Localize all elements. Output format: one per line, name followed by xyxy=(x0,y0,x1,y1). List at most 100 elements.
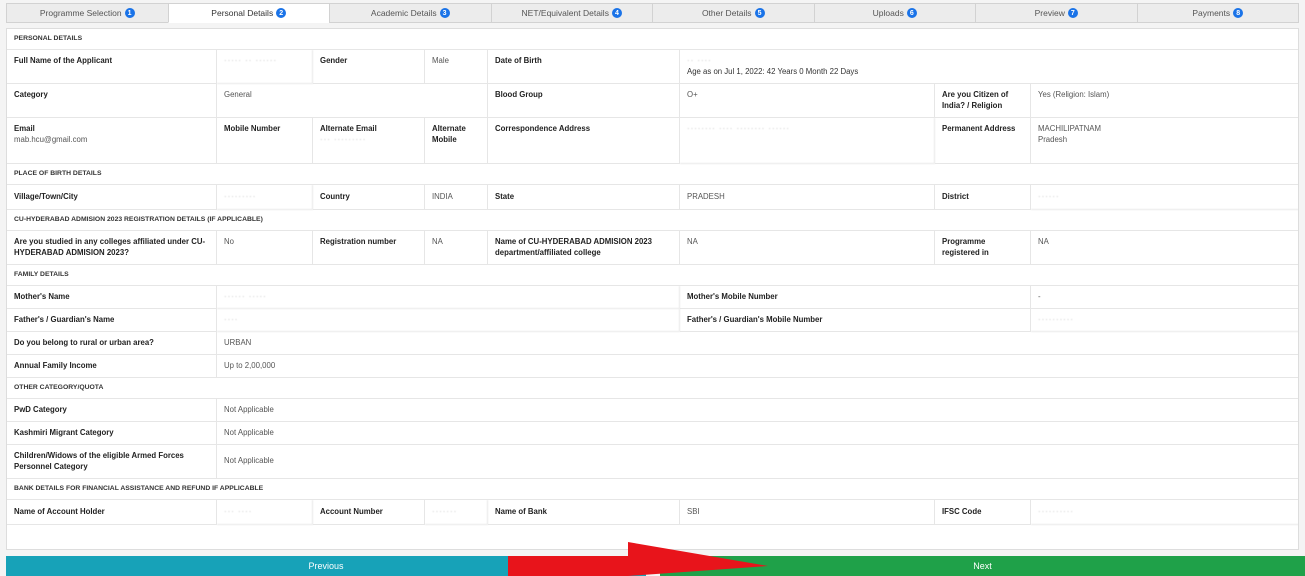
account-holder-value: ··· ···· xyxy=(217,500,313,525)
studied-affiliated-value: No xyxy=(217,231,313,265)
pwd-value: Not Applicable xyxy=(217,399,1298,422)
department-college-label: Name of CU-HYDERABAD ADMISION 2023 depar… xyxy=(488,231,680,265)
father-name-value: ···· xyxy=(217,309,680,332)
state-label: State xyxy=(488,185,680,210)
step-badge: 6 xyxy=(906,8,917,18)
district-label: District xyxy=(935,185,1031,210)
rural-urban-label: Do you belong to rural or urban area? xyxy=(7,332,217,355)
country-value: INDIA xyxy=(425,185,488,210)
step-badge: 8 xyxy=(1233,8,1244,18)
alt-mobile-label: Alternate Mobile xyxy=(425,118,488,164)
step-badge: 7 xyxy=(1067,8,1078,18)
mobile-label: Mobile Number xyxy=(217,118,313,164)
tab-label: Programme Selection xyxy=(39,8,122,18)
registration-number-label: Registration number xyxy=(313,231,425,265)
mother-name-value: ······ ····· xyxy=(217,286,680,309)
tab-payments[interactable]: Payments 8 xyxy=(1136,3,1299,23)
details-grid: PERSONAL DETAILS Full Name of the Applic… xyxy=(7,29,1298,525)
section-bank-details: BANK DETAILS FOR FINANCIAL ASSISTANCE AN… xyxy=(7,479,1298,500)
annual-income-value: Up to 2,00,000 xyxy=(217,355,1298,378)
step-badge: 3 xyxy=(439,8,450,18)
section-personal-details: PERSONAL DETAILS xyxy=(7,29,1298,50)
pwd-label: PwD Category xyxy=(7,399,217,422)
programme-registered-label: Programme registered in xyxy=(935,231,1031,265)
permanent-address-line1: MACHILIPATNAM xyxy=(1038,124,1101,133)
village-label: Village/Town/City xyxy=(7,185,217,210)
step-badge: 4 xyxy=(611,8,622,18)
kashmiri-migrant-value: Not Applicable xyxy=(217,422,1298,445)
alt-email-value: ··· ········· xyxy=(320,134,367,144)
father-name-label: Father's / Guardian's Name xyxy=(7,309,217,332)
section-birth-details: PLACE OF BIRTH DETAILS xyxy=(7,164,1298,185)
tab-label: Academic Details xyxy=(370,8,437,18)
village-value: ········· xyxy=(217,185,313,210)
blood-group-label: Blood Group xyxy=(488,84,680,118)
tab-other-details[interactable]: Other Details 5 xyxy=(652,3,814,23)
department-college-value: NA xyxy=(680,231,935,265)
gender-value: Male xyxy=(425,50,488,84)
full-name-label: Full Name of the Applicant xyxy=(7,50,217,84)
kashmiri-migrant-label: Kashmiri Migrant Category xyxy=(7,422,217,445)
tab-personal-details[interactable]: Personal Details 2 xyxy=(167,3,329,23)
tab-net-equivalent-details[interactable]: NET/Equivalent Details 4 xyxy=(490,3,652,23)
tab-label: Preview xyxy=(1034,8,1065,18)
tab-programme-selection[interactable]: Programme Selection 1 xyxy=(6,3,168,23)
account-holder-label: Name of Account Holder xyxy=(7,500,217,525)
account-number-value: ······· xyxy=(425,500,488,525)
tab-uploads[interactable]: Uploads 6 xyxy=(813,3,975,23)
tab-label: Uploads xyxy=(872,8,904,18)
wizard-tabs: Programme Selection 1 Personal Details 2 A… xyxy=(6,3,1299,23)
section-cuh-registration: CU-HYDERABAD ADMISION 2023 REGISTRATION … xyxy=(7,210,1298,231)
email-label: Email xyxy=(14,124,35,133)
step-badge: 1 xyxy=(124,8,135,18)
rural-urban-value: URBAN xyxy=(217,332,1298,355)
tab-label: Personal Details xyxy=(211,8,274,18)
gender-label: Gender xyxy=(313,50,425,84)
bank-name-value: SBI xyxy=(680,500,935,525)
citizen-religion-value: Yes (Religion: Islam) xyxy=(1031,84,1298,118)
account-number-label: Account Number xyxy=(313,500,425,525)
father-mobile-label: Father's / Guardian's Mobile Number xyxy=(680,309,1031,332)
permanent-address-value: MACHILIPATNAM Pradesh xyxy=(1031,118,1298,164)
step-badge: 5 xyxy=(754,8,765,18)
studied-affiliated-label: Are you studied in any colleges affiliat… xyxy=(7,231,217,265)
step-badge: 2 xyxy=(276,8,287,18)
state-value: PRADESH xyxy=(680,185,935,210)
dob-cell: ·· ···· Age as on Jul 1, 2022: 42 Years … xyxy=(680,50,1298,84)
alt-email-label: Alternate Email xyxy=(320,124,377,133)
email-cell: Email mab.hcu@gmail.com xyxy=(7,118,217,164)
dob-value: ·· ···· xyxy=(687,56,712,65)
programme-registered-value: NA xyxy=(1031,231,1298,265)
correspondence-address-label: Correspondence Address xyxy=(488,118,680,164)
registration-number-value: NA xyxy=(425,231,488,265)
country-label: Country xyxy=(313,185,425,210)
age-text: Age as on Jul 1, 2022: 42 Years 0 Month … xyxy=(687,66,859,76)
permanent-address-label: Permanent Address xyxy=(935,118,1031,164)
category-label: Category xyxy=(7,84,217,118)
section-family-details: FAMILY DETAILS xyxy=(7,265,1298,286)
ifsc-value: ·········· xyxy=(1031,500,1298,525)
tab-label: Payments xyxy=(1192,8,1231,18)
alt-email-cell: Alternate Email ··· ········· xyxy=(313,118,425,164)
details-panel: PERSONAL DETAILS Full Name of the Applic… xyxy=(6,28,1299,550)
email-value: mab.hcu@gmail.com xyxy=(14,134,88,144)
section-other-category: OTHER CATEGORY/QUOTA xyxy=(7,378,1298,399)
tab-label: Other Details xyxy=(701,8,752,18)
red-arrow-annotation xyxy=(508,542,768,576)
tab-academic-details[interactable]: Academic Details 3 xyxy=(329,3,491,23)
category-value: General xyxy=(217,84,488,118)
dob-label: Date of Birth xyxy=(488,50,680,84)
blood-group-value: O+ xyxy=(680,84,935,118)
citizen-religion-label: Are you Citizen of India? / Religion xyxy=(935,84,1031,118)
bank-name-label: Name of Bank xyxy=(488,500,680,525)
district-value: ······ xyxy=(1031,185,1298,210)
full-name-value: ····· ·· ······ xyxy=(217,50,313,84)
correspondence-address-value: ········ ···· ········ ······ xyxy=(680,118,935,164)
tab-preview[interactable]: Preview 7 xyxy=(975,3,1137,23)
father-mobile-value: ·········· xyxy=(1031,309,1298,332)
annual-income-label: Annual Family Income xyxy=(7,355,217,378)
mother-name-label: Mother's Name xyxy=(7,286,217,309)
mother-mobile-value: - xyxy=(1031,286,1298,309)
armed-forces-label: Children/Widows of the eligible Armed Fo… xyxy=(7,445,217,479)
armed-forces-value: Not Applicable xyxy=(217,445,1298,479)
